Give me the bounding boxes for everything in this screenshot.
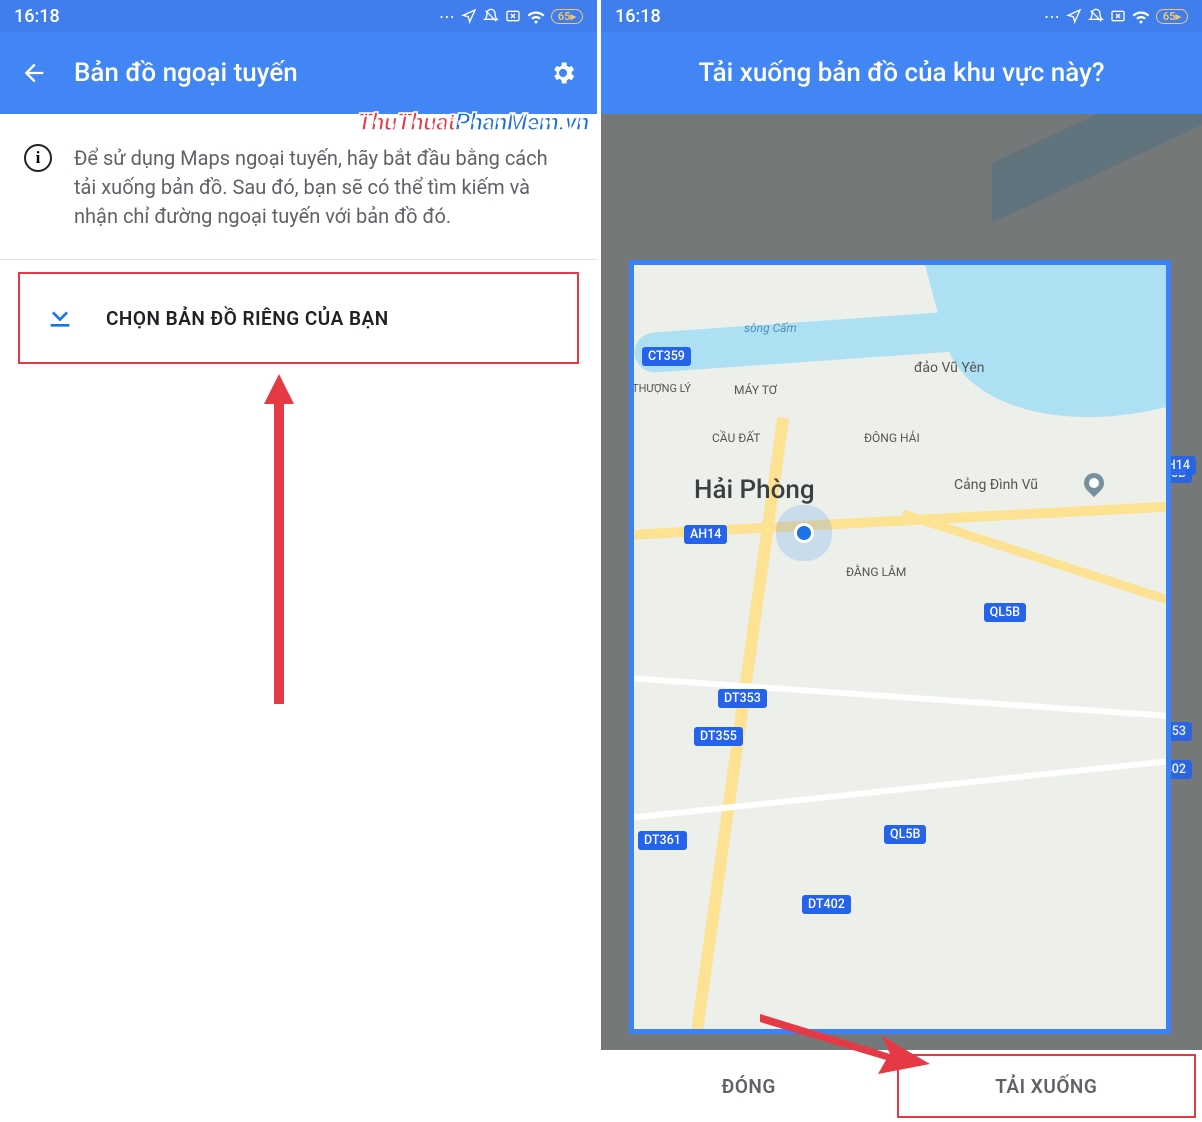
download-icon: [44, 300, 76, 336]
info-icon: i: [24, 144, 52, 172]
info-text: Để sử dụng Maps ngoại tuyến, hãy bắt đầu…: [74, 144, 573, 231]
status-time: 16:18: [615, 6, 661, 27]
status-bar: 16:18 ⋯ 65▸: [601, 0, 1202, 32]
route-shield: DT353: [718, 689, 767, 708]
route-shield: AH14: [684, 525, 727, 544]
route-shield: DT402: [802, 895, 851, 914]
close-box-icon: [1110, 8, 1126, 24]
screen-download-area: 16:18 ⋯ 65▸ Tải xuống bản đồ của khu vực…: [601, 0, 1202, 1122]
info-row: i Để sử dụng Maps ngoại tuyến, hãy bắt đ…: [0, 114, 597, 260]
wifi-icon: [1132, 7, 1150, 25]
select-own-map-label: CHỌN BẢN ĐỒ RIÊNG CỦA BẠN: [106, 307, 389, 330]
map-selection-frame[interactable]: Hải Phòng đảo Vũ Yên MÁY TƠ THƯỢNG LÝ CẦ…: [629, 260, 1171, 1034]
annotation-arrow-up: [264, 374, 294, 704]
map-label: THƯỢNG LÝ: [632, 382, 691, 395]
map-label-river: sông Cấm: [744, 321, 797, 335]
status-icons: ⋯ 65▸: [439, 7, 583, 26]
route-shield: QL5B: [984, 603, 1026, 622]
map-label: CẦU ĐẤT: [712, 431, 760, 445]
map-label: ĐÔNG HẢI: [864, 431, 920, 445]
poi-label: Cảng Đình Vũ: [954, 477, 1038, 493]
battery-indicator: 65▸: [1156, 9, 1188, 24]
close-button[interactable]: ĐÓNG: [601, 1050, 897, 1122]
settings-gear-icon[interactable]: [547, 57, 579, 89]
city-label: Hải Phòng: [694, 475, 815, 505]
location-icon: [461, 8, 477, 24]
more-icon: ⋯: [439, 7, 455, 26]
wifi-icon: [527, 7, 545, 25]
route-shield: CT359: [642, 347, 691, 366]
route-shield: QL5B: [884, 825, 926, 844]
location-icon: [1066, 8, 1082, 24]
dnd-icon: [1088, 8, 1104, 24]
app-bar: Tải xuống bản đồ của khu vực này?: [601, 32, 1202, 114]
status-icons: ⋯ 65▸: [1044, 7, 1188, 26]
status-time: 16:18: [14, 6, 60, 27]
dnd-icon: [483, 8, 499, 24]
route-shield: DT361: [638, 831, 687, 850]
map-viewport[interactable]: QL5B AH14 DT353 DT402 HL404 Hải Phòng đả…: [601, 114, 1202, 1122]
map-label: MÁY TƠ: [734, 383, 777, 397]
close-box-icon: [505, 8, 521, 24]
poi-pin-icon: [1080, 469, 1108, 497]
map-label: ĐẰNG LÂM: [846, 565, 906, 579]
map-label: đảo Vũ Yên: [914, 360, 984, 376]
download-button[interactable]: TẢI XUỐNG: [897, 1054, 1197, 1118]
app-bar: Bản đồ ngoại tuyến: [0, 32, 597, 114]
status-bar: 16:18 ⋯ 65▸: [0, 0, 597, 32]
back-arrow-icon[interactable]: [18, 57, 50, 89]
bottom-action-bar: ĐÓNG TẢI XUỐNG: [601, 1050, 1202, 1122]
current-location-dot: [794, 523, 814, 543]
battery-indicator: 65▸: [551, 9, 583, 24]
page-title: Tải xuống bản đồ của khu vực này?: [619, 58, 1184, 88]
screen-offline-maps: 16:18 ⋯ 65▸ Bản đồ ngoại tuyến: [0, 0, 601, 1122]
more-icon: ⋯: [1044, 7, 1060, 26]
select-own-map-button[interactable]: CHỌN BẢN ĐỒ RIÊNG CỦA BẠN: [18, 272, 579, 364]
page-title: Bản đồ ngoại tuyến: [74, 58, 523, 88]
route-shield: DT355: [694, 727, 743, 746]
